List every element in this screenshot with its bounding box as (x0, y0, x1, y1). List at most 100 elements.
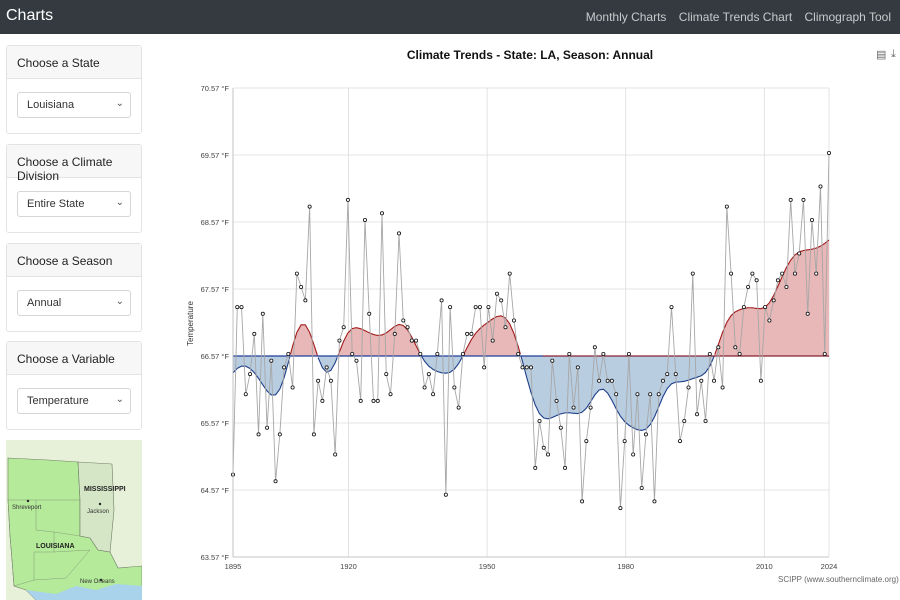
data-point (499, 298, 504, 303)
data-point (277, 432, 282, 437)
navbar-brand[interactable]: Charts (6, 7, 53, 25)
data-point (563, 465, 568, 470)
map-label-new-orleans: New Orleans (80, 579, 115, 585)
data-point (358, 398, 363, 403)
data-point (486, 305, 491, 310)
data-point (801, 197, 806, 202)
data-point (669, 305, 674, 310)
data-point (405, 325, 410, 330)
data-point (269, 358, 274, 363)
data-point (754, 278, 759, 283)
data-point (362, 217, 367, 222)
season-panel-label: Choose a Season (7, 244, 141, 277)
chart-credit: SCIPP (www.southernclimate.org) (778, 575, 899, 584)
data-point (597, 378, 602, 383)
variable-panel-label: Choose a Variable (7, 342, 141, 375)
map-label-mississippi: MISSISSIPPI (84, 486, 126, 493)
data-point (818, 184, 823, 189)
climate-division-select[interactable]: Entire State ⌄ (17, 191, 131, 217)
data-point (456, 405, 461, 410)
data-point (767, 318, 772, 323)
data-point (703, 418, 708, 423)
data-point (788, 197, 793, 202)
data-point (584, 439, 589, 444)
y-tick-label: 63.57 °F (201, 553, 230, 562)
data-point (375, 398, 380, 403)
data-point (737, 351, 742, 356)
x-tick-label: 1980 (617, 562, 634, 571)
y-tick-label: 69.57 °F (201, 151, 230, 160)
data-point (503, 325, 508, 330)
data-point (243, 392, 248, 397)
data-point (320, 398, 325, 403)
map-label-shreveport: Shreveport (12, 505, 42, 511)
data-point (554, 398, 559, 403)
data-point (809, 217, 814, 222)
data-point (690, 271, 695, 276)
map-label-jackson: Jackson (87, 509, 109, 515)
data-point (248, 372, 253, 377)
chevron-down-icon: ⌄ (115, 197, 124, 208)
data-point (252, 331, 257, 336)
data-point (507, 271, 512, 276)
data-point (520, 365, 525, 370)
data-point (635, 392, 640, 397)
state-location-map: MISSISSIPPI Shreveport Jackson LOUISIANA… (6, 440, 142, 600)
data-point (758, 378, 763, 383)
data-point (712, 378, 717, 383)
data-point (665, 372, 670, 377)
data-point (388, 392, 393, 397)
data-point (333, 452, 338, 457)
data-point (746, 284, 751, 289)
data-point (341, 325, 346, 330)
data-point (601, 351, 606, 356)
print-icon[interactable]: ▤ (876, 48, 886, 61)
variable-select-value: Temperature (27, 395, 89, 407)
data-point (256, 432, 261, 437)
nav-link-monthly-charts[interactable]: Monthly Charts (586, 10, 667, 24)
data-point (652, 499, 657, 504)
data-point (622, 439, 627, 444)
variable-select[interactable]: Temperature ⌄ (17, 388, 131, 414)
data-point (439, 298, 444, 303)
data-point (345, 197, 350, 202)
season-select[interactable]: Annual ⌄ (17, 290, 131, 316)
data-point (516, 351, 521, 356)
data-point (784, 284, 789, 289)
data-point (337, 338, 342, 343)
data-point (729, 271, 734, 276)
x-tick-label: 1895 (225, 562, 242, 571)
data-point (605, 378, 610, 383)
data-point (580, 499, 585, 504)
data-point (567, 351, 572, 356)
data-point (750, 271, 755, 276)
data-point (435, 351, 440, 356)
data-point (707, 351, 712, 356)
data-point (473, 305, 478, 310)
data-point (443, 492, 448, 497)
data-point (414, 338, 419, 343)
y-tick-label: 64.57 °F (201, 486, 230, 495)
data-point (827, 150, 832, 155)
data-point (460, 351, 465, 356)
data-point (494, 291, 499, 296)
nav-link-climate-trends-chart[interactable]: Climate Trends Chart (679, 10, 792, 24)
season-panel: Choose a Season Annual ⌄ (6, 243, 142, 332)
state-select[interactable]: Louisiana ⌄ (17, 92, 131, 118)
data-point (328, 378, 333, 383)
x-tick-label: 2010 (756, 562, 773, 571)
data-point (588, 405, 593, 410)
data-point (273, 479, 278, 484)
data-point (418, 351, 423, 356)
download-icon[interactable]: ⤓ (891, 48, 896, 61)
top-navbar: Charts Monthly Charts Climate Trends Cha… (0, 0, 900, 34)
data-point (660, 378, 665, 383)
nav-link-climograph-tool[interactable]: Climograph Tool (805, 10, 892, 24)
data-point (511, 318, 516, 323)
data-point (482, 365, 487, 370)
data-point (367, 311, 372, 316)
data-point (631, 452, 636, 457)
state-panel: Choose a State Louisiana ⌄ (6, 45, 142, 134)
data-point (805, 311, 810, 316)
data-point (618, 506, 623, 511)
